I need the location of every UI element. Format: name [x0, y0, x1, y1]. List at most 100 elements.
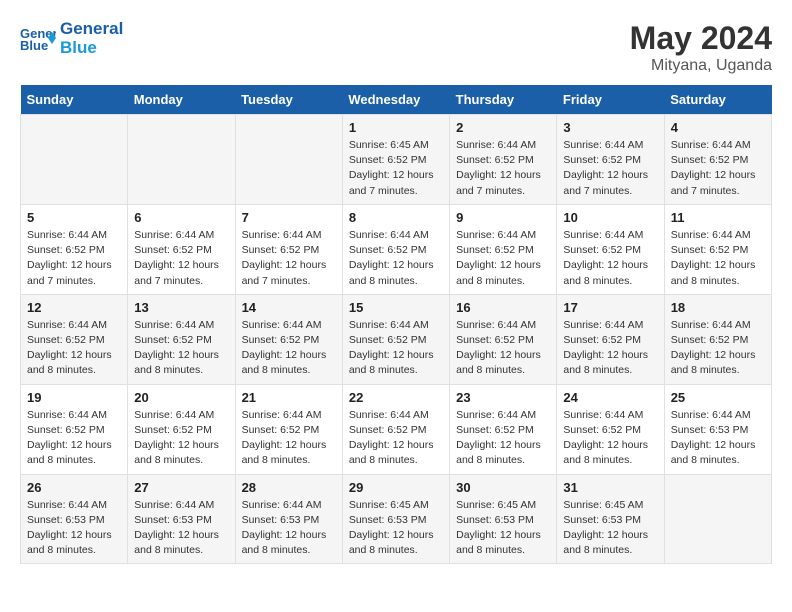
calendar-header-row: SundayMondayTuesdayWednesdayThursdayFrid…: [21, 85, 772, 115]
calendar-cell: 30 Sunrise: 6:45 AMSunset: 6:53 PMDayligh…: [450, 474, 557, 564]
header-monday: Monday: [128, 85, 235, 115]
calendar-cell: 2Sunrise: 6:44 AMSunset: 6:52 PMDaylight…: [450, 115, 557, 205]
calendar-cell: 13Sunrise: 6:44 AMSunset: 6:52 PMDayligh…: [128, 294, 235, 384]
calendar-cell: 17 Sunrise: 6:44 AMSunset: 6:52 PMDayligh…: [557, 294, 664, 384]
week-row-4: 19 Sunrise: 6:44 AMSunset: 6:52 PMDayligh…: [21, 384, 772, 474]
header-sunday: Sunday: [21, 85, 128, 115]
day-number: 21: [242, 390, 336, 405]
day-number: 5: [27, 210, 121, 225]
week-row-2: 5 Sunrise: 6:44 AMSunset: 6:52 PMDaylight…: [21, 204, 772, 294]
calendar-cell: [664, 474, 771, 564]
calendar-cell: 9Sunrise: 6:44 AMSunset: 6:52 PMDaylight…: [450, 204, 557, 294]
calendar-cell: 7 Sunrise: 6:44 AMSunset: 6:52 PMDaylight…: [235, 204, 342, 294]
calendar-cell: 19 Sunrise: 6:44 AMSunset: 6:52 PMDayligh…: [21, 384, 128, 474]
calendar-cell: 20Sunrise: 6:44 AMSunset: 6:52 PMDayligh…: [128, 384, 235, 474]
day-info: Sunrise: 6:44 AMSunset: 6:52 PMDaylight:…: [563, 408, 657, 469]
week-row-5: 26 Sunrise: 6:44 AMSunset: 6:53 PMDayligh…: [21, 474, 772, 564]
calendar-cell: 14 Sunrise: 6:44 AMSunset: 6:52 PMDayligh…: [235, 294, 342, 384]
day-number: 24: [563, 390, 657, 405]
calendar-cell: 16Sunrise: 6:44 AMSunset: 6:52 PMDayligh…: [450, 294, 557, 384]
day-info: Sunrise: 6:44 AMSunset: 6:52 PMDaylight:…: [242, 228, 336, 289]
day-number: 29: [349, 480, 443, 495]
day-info: Sunrise: 6:44 AMSunset: 6:52 PMDaylight:…: [242, 318, 336, 379]
calendar-cell: [128, 115, 235, 205]
calendar-cell: [235, 115, 342, 205]
day-number: 31: [563, 480, 657, 495]
day-number: 17: [563, 300, 657, 315]
header-tuesday: Tuesday: [235, 85, 342, 115]
day-number: 14: [242, 300, 336, 315]
calendar-cell: 29 Sunrise: 6:45 AMSunset: 6:53 PMDayligh…: [342, 474, 449, 564]
page-title: May 2024: [630, 20, 772, 57]
day-info: Sunrise: 6:44 AMSunset: 6:53 PMDaylight:…: [671, 408, 765, 469]
day-number: 8: [349, 210, 443, 225]
page-header: General Blue General Blue May 2024 Mitya…: [20, 20, 772, 75]
day-info: Sunrise: 6:44 AMSunset: 6:52 PMDaylight:…: [27, 318, 121, 379]
day-info: Sunrise: 6:45 AMSunset: 6:52 PMDaylight:…: [349, 138, 443, 199]
day-info: Sunrise: 6:44 AMSunset: 6:52 PMDaylight:…: [456, 408, 550, 469]
calendar-cell: 21 Sunrise: 6:44 AMSunset: 6:52 PMDayligh…: [235, 384, 342, 474]
day-info: Sunrise: 6:44 AMSunset: 6:52 PMDaylight:…: [349, 318, 443, 379]
header-friday: Friday: [557, 85, 664, 115]
calendar-cell: 24 Sunrise: 6:44 AMSunset: 6:52 PMDayligh…: [557, 384, 664, 474]
day-number: 22: [349, 390, 443, 405]
header-thursday: Thursday: [450, 85, 557, 115]
day-info: Sunrise: 6:44 AMSunset: 6:52 PMDaylight:…: [563, 138, 657, 199]
calendar-cell: 5 Sunrise: 6:44 AMSunset: 6:52 PMDaylight…: [21, 204, 128, 294]
day-info: Sunrise: 6:44 AMSunset: 6:52 PMDaylight:…: [349, 228, 443, 289]
calendar-cell: 12 Sunrise: 6:44 AMSunset: 6:52 PMDayligh…: [21, 294, 128, 384]
calendar-cell: 10Sunrise: 6:44 AMSunset: 6:52 PMDayligh…: [557, 204, 664, 294]
day-info: Sunrise: 6:44 AMSunset: 6:52 PMDaylight:…: [671, 138, 765, 199]
day-number: 30: [456, 480, 550, 495]
calendar-cell: 4Sunrise: 6:44 AMSunset: 6:52 PMDaylight…: [664, 115, 771, 205]
logo-line1: General: [60, 20, 123, 39]
day-info: Sunrise: 6:44 AMSunset: 6:52 PMDaylight:…: [27, 228, 121, 289]
day-number: 23: [456, 390, 550, 405]
calendar-cell: 8 Sunrise: 6:44 AMSunset: 6:52 PMDaylight…: [342, 204, 449, 294]
day-info: Sunrise: 6:44 AMSunset: 6:52 PMDaylight:…: [563, 228, 657, 289]
day-number: 19: [27, 390, 121, 405]
logo: General Blue General Blue: [20, 20, 123, 57]
day-number: 7: [242, 210, 336, 225]
day-number: 26: [27, 480, 121, 495]
day-number: 11: [671, 210, 765, 225]
day-info: Sunrise: 6:44 AMSunset: 6:53 PMDaylight:…: [27, 498, 121, 559]
day-info: Sunrise: 6:44 AMSunset: 6:52 PMDaylight:…: [242, 408, 336, 469]
title-block: May 2024 Mityana, Uganda: [630, 20, 772, 75]
week-row-3: 12 Sunrise: 6:44 AMSunset: 6:52 PMDayligh…: [21, 294, 772, 384]
day-number: 25: [671, 390, 765, 405]
header-wednesday: Wednesday: [342, 85, 449, 115]
day-number: 1: [349, 120, 443, 135]
calendar-cell: 1 Sunrise: 6:45 AMSunset: 6:52 PMDaylight…: [342, 115, 449, 205]
calendar-table: SundayMondayTuesdayWednesdayThursdayFrid…: [20, 85, 772, 564]
calendar-cell: 23 Sunrise: 6:44 AMSunset: 6:52 PMDayligh…: [450, 384, 557, 474]
day-info: Sunrise: 6:44 AMSunset: 6:52 PMDaylight:…: [27, 408, 121, 469]
day-number: 27: [134, 480, 228, 495]
day-number: 20: [134, 390, 228, 405]
day-info: Sunrise: 6:44 AMSunset: 6:53 PMDaylight:…: [134, 498, 228, 559]
page-subtitle: Mityana, Uganda: [630, 57, 772, 75]
calendar-cell: 3 Sunrise: 6:44 AMSunset: 6:52 PMDaylight…: [557, 115, 664, 205]
day-number: 2: [456, 120, 550, 135]
logo-icon: General Blue: [20, 24, 56, 54]
day-info: Sunrise: 6:44 AMSunset: 6:52 PMDaylight:…: [671, 318, 765, 379]
day-number: 3: [563, 120, 657, 135]
day-number: 13: [134, 300, 228, 315]
day-info: Sunrise: 6:45 AMSunset: 6:53 PMDaylight:…: [563, 498, 657, 559]
logo-line2: Blue: [60, 39, 123, 58]
calendar-cell: 22Sunrise: 6:44 AMSunset: 6:52 PMDayligh…: [342, 384, 449, 474]
header-saturday: Saturday: [664, 85, 771, 115]
calendar-cell: 25 Sunrise: 6:44 AMSunset: 6:53 PMDayligh…: [664, 384, 771, 474]
day-info: Sunrise: 6:44 AMSunset: 6:52 PMDaylight:…: [456, 318, 550, 379]
calendar-cell: 6Sunrise: 6:44 AMSunset: 6:52 PMDaylight…: [128, 204, 235, 294]
calendar-cell: 31 Sunrise: 6:45 AMSunset: 6:53 PMDayligh…: [557, 474, 664, 564]
day-number: 6: [134, 210, 228, 225]
day-number: 12: [27, 300, 121, 315]
svg-text:Blue: Blue: [20, 38, 48, 53]
day-info: Sunrise: 6:45 AMSunset: 6:53 PMDaylight:…: [456, 498, 550, 559]
day-info: Sunrise: 6:45 AMSunset: 6:53 PMDaylight:…: [349, 498, 443, 559]
day-info: Sunrise: 6:44 AMSunset: 6:52 PMDaylight:…: [563, 318, 657, 379]
calendar-cell: 27 Sunrise: 6:44 AMSunset: 6:53 PMDayligh…: [128, 474, 235, 564]
calendar-cell: 26 Sunrise: 6:44 AMSunset: 6:53 PMDayligh…: [21, 474, 128, 564]
calendar-cell: 28Sunrise: 6:44 AMSunset: 6:53 PMDayligh…: [235, 474, 342, 564]
